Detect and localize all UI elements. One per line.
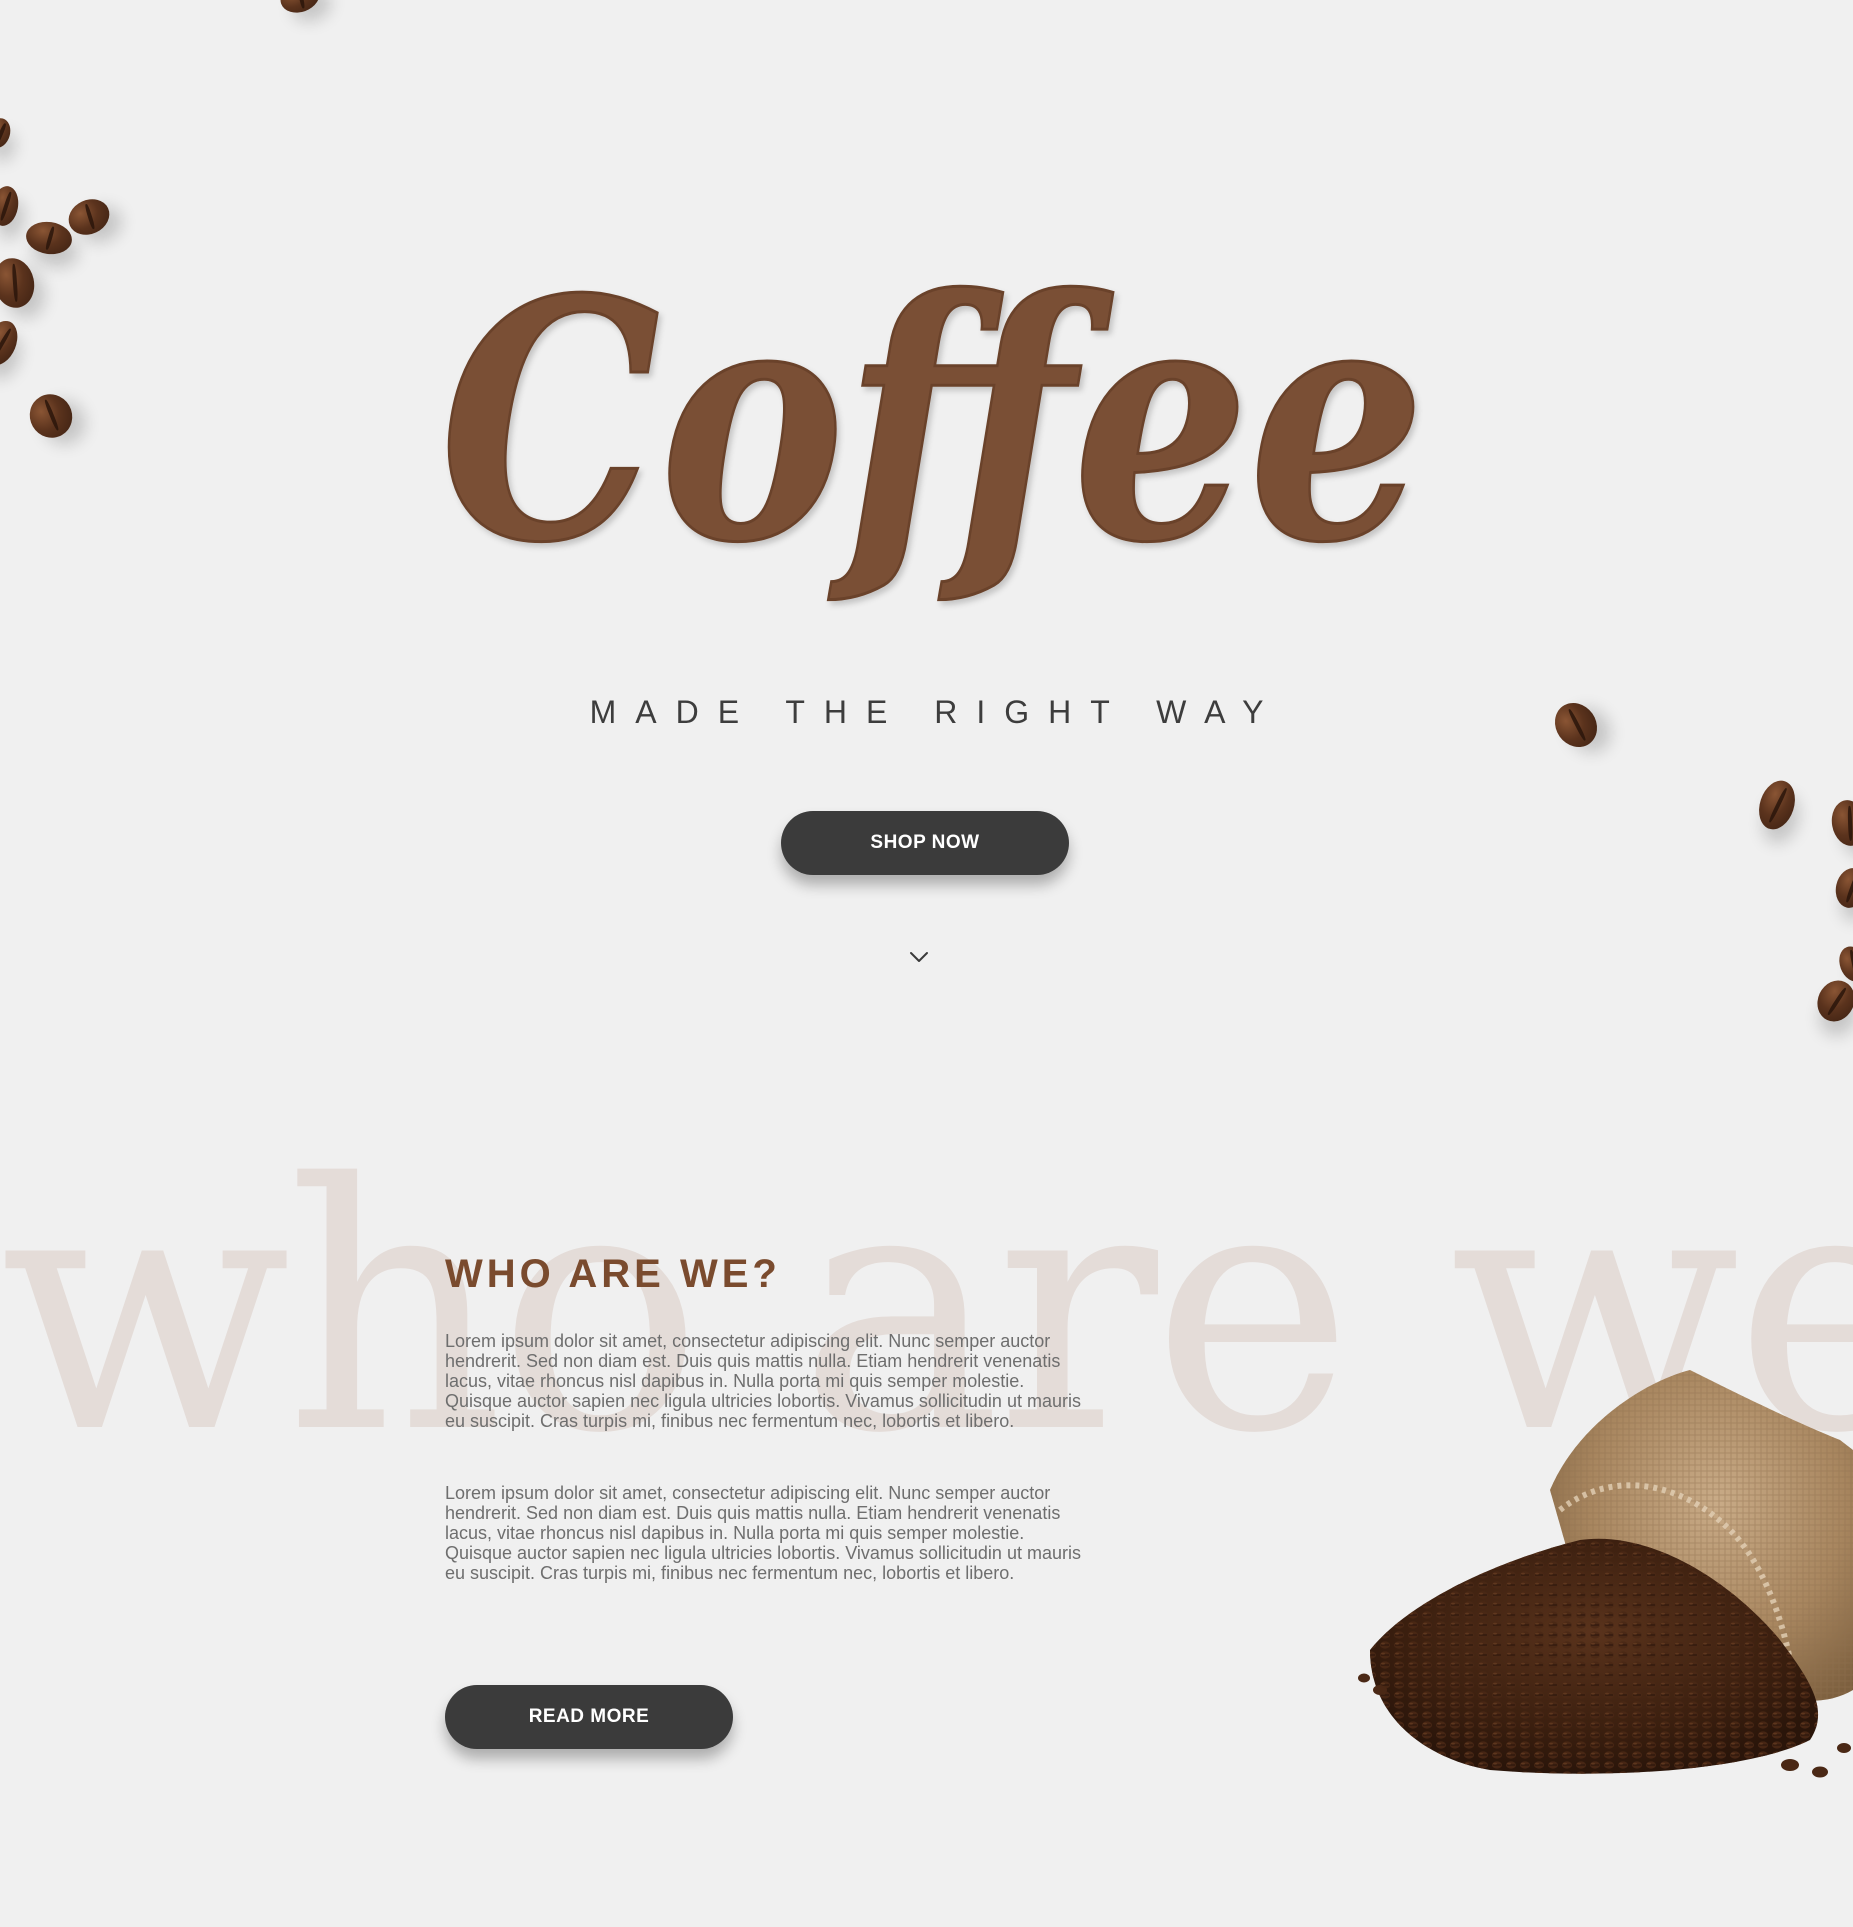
about-paragraph: Lorem ipsum dolor sit amet, consectetur … bbox=[445, 1483, 1081, 1583]
coffee-bean-icon bbox=[1828, 797, 1853, 849]
coffee-bean-icon bbox=[1834, 942, 1853, 986]
coffee-bean-icon bbox=[276, 0, 324, 18]
coffee-bean-icon bbox=[1810, 974, 1853, 1028]
hero-title-text: Coffee bbox=[440, 227, 1425, 615]
coffee-bean-icon bbox=[1753, 775, 1801, 835]
shop-now-button[interactable]: SHOP NOW bbox=[781, 811, 1069, 875]
coffee-bean-icon bbox=[23, 218, 75, 258]
hero-title: Coffee bbox=[440, 215, 1430, 645]
coffee-bean-icon bbox=[21, 386, 81, 446]
landing-page: Coffee MADE THE RIGHT WAY SHOP NOW who a… bbox=[0, 0, 1853, 1927]
coffee-sack-image bbox=[1350, 1360, 1853, 1800]
coffee-bean-icon bbox=[0, 115, 14, 151]
coffee-bean-icon bbox=[0, 254, 39, 312]
about-paragraph: Lorem ipsum dolor sit amet, consectetur … bbox=[445, 1331, 1081, 1431]
coffee-bean-icon bbox=[0, 184, 22, 228]
read-more-button[interactable]: READ MORE bbox=[445, 1685, 733, 1749]
chevron-down-icon[interactable] bbox=[906, 944, 932, 970]
coffee-script-logo: Coffee bbox=[440, 226, 1427, 617]
coffee-bean-icon bbox=[1832, 865, 1853, 911]
coffee-bean-icon bbox=[0, 316, 24, 370]
hero-tagline: MADE THE RIGHT WAY bbox=[589, 694, 1283, 730]
about-heading: WHO ARE WE? bbox=[445, 1252, 781, 1296]
